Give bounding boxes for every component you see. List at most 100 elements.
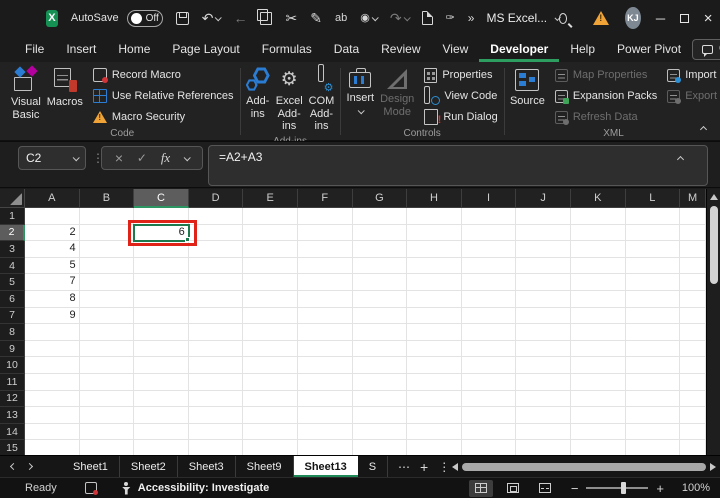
accessibility-status[interactable]: Accessibility: Investigate: [138, 482, 269, 494]
cell-e4[interactable]: [243, 257, 298, 275]
cell-b4[interactable]: [79, 257, 135, 275]
maximize-button[interactable]: [672, 0, 696, 36]
avatar[interactable]: KJ: [625, 7, 641, 29]
document-title[interactable]: MS Excel...: [486, 11, 547, 25]
search-icon[interactable]: [558, 12, 568, 24]
cell-c5[interactable]: [134, 274, 189, 291]
cell-k2[interactable]: [570, 224, 626, 242]
cell-k14[interactable]: [570, 423, 626, 441]
cell-j4[interactable]: [516, 257, 571, 275]
cell-i13[interactable]: [461, 407, 517, 424]
cell-f8[interactable]: [297, 324, 353, 341]
cell-b6[interactable]: [79, 290, 135, 308]
cell-k3[interactable]: [570, 241, 626, 258]
expansion-packs-button[interactable]: Expansion Packs: [552, 86, 660, 106]
tab-developer[interactable]: Developer: [479, 36, 559, 62]
cell-b8[interactable]: [79, 324, 135, 341]
autosave-toggle[interactable]: Off: [126, 9, 163, 27]
cell-b10[interactable]: [79, 357, 135, 374]
cell-l1[interactable]: [625, 208, 681, 225]
cell-k15[interactable]: [570, 440, 626, 455]
cell-f12[interactable]: [297, 390, 353, 408]
view-code-button[interactable]: View Code: [421, 85, 500, 106]
column-header-i[interactable]: I: [461, 189, 517, 208]
cell-d12[interactable]: [188, 390, 244, 408]
cell-e2[interactable]: [243, 224, 298, 242]
cell-g12[interactable]: [352, 390, 408, 408]
back-button[interactable]: ←: [233, 11, 247, 25]
cell-g4[interactable]: [352, 257, 408, 275]
cell-a14[interactable]: [25, 423, 80, 441]
cell-f13[interactable]: [297, 407, 353, 424]
row-header-12[interactable]: 12: [0, 390, 25, 408]
column-header-a[interactable]: A: [25, 189, 80, 208]
cell-l5[interactable]: [625, 274, 681, 291]
cell-b7[interactable]: [79, 307, 135, 325]
save-button[interactable]: [175, 11, 189, 25]
column-header-k[interactable]: K: [570, 189, 626, 208]
cell-h8[interactable]: [407, 324, 462, 341]
new-document-button[interactable]: [421, 11, 433, 25]
cell-d11[interactable]: [188, 373, 244, 391]
cell-f15[interactable]: [297, 440, 353, 455]
zoom-in-button[interactable]: +: [656, 481, 664, 496]
cell-h1[interactable]: [407, 208, 462, 225]
cell-c14[interactable]: [134, 423, 189, 441]
paste-button[interactable]: ✎: [310, 11, 322, 25]
cell-m6[interactable]: [680, 290, 706, 308]
cell-e15[interactable]: [243, 440, 298, 455]
cell-k10[interactable]: [570, 357, 626, 374]
cell-h4[interactable]: [407, 257, 462, 275]
cell-a12[interactable]: [25, 390, 80, 408]
macro-security-button[interactable]: Macro Security: [90, 107, 237, 127]
cell-h9[interactable]: [407, 340, 462, 358]
run-dialog-button[interactable]: Run Dialog: [421, 107, 500, 127]
tab-review[interactable]: Review: [370, 36, 431, 62]
select-all-corner[interactable]: [0, 189, 25, 208]
scroll-left-icon[interactable]: [452, 462, 458, 471]
cell-l4[interactable]: [625, 257, 681, 275]
cell-c13[interactable]: [134, 407, 189, 424]
copy-button[interactable]: [257, 8, 273, 25]
cell-a11[interactable]: [25, 373, 80, 391]
cell-g7[interactable]: [352, 307, 408, 325]
sheet-tab-sheet13[interactable]: Sheet13: [293, 456, 358, 477]
cell-i1[interactable]: [461, 208, 517, 225]
row-header-4[interactable]: 4: [0, 257, 25, 275]
cell-f11[interactable]: [297, 373, 353, 391]
formula-input[interactable]: =A2+A3: [208, 145, 708, 186]
export-button[interactable]: Export: [664, 86, 720, 106]
cancel-icon[interactable]: ×: [115, 151, 123, 165]
cell-f5[interactable]: [297, 274, 353, 291]
row-header-7[interactable]: 7: [0, 307, 25, 325]
tab-data[interactable]: Data: [323, 36, 370, 62]
vertical-scrollbar[interactable]: [706, 189, 720, 455]
cell-k1[interactable]: [570, 208, 626, 225]
cell-e7[interactable]: [243, 307, 298, 325]
record-macro-button[interactable]: Record Macro: [90, 65, 237, 85]
cell-f14[interactable]: [297, 423, 353, 441]
cell-h2[interactable]: [407, 224, 462, 242]
normal-view-button[interactable]: [468, 479, 493, 497]
row-header-8[interactable]: 8: [0, 324, 25, 341]
cell-a2[interactable]: 2: [25, 224, 80, 242]
cell-m4[interactable]: [680, 257, 706, 275]
row-header-2[interactable]: 2: [0, 224, 25, 242]
cell-m2[interactable]: [680, 224, 706, 242]
cell-d2[interactable]: [188, 224, 244, 242]
cell-l15[interactable]: [625, 440, 681, 455]
cell-b3[interactable]: [79, 241, 135, 258]
scroll-right-icon[interactable]: [710, 462, 716, 471]
cut-button[interactable]: ✂: [285, 11, 297, 25]
cell-i6[interactable]: [461, 290, 517, 308]
comments-button[interactable]: Comments: [692, 38, 720, 60]
zoom-slider[interactable]: [586, 482, 649, 494]
zoom-level[interactable]: 100%: [676, 482, 710, 494]
cell-k4[interactable]: [570, 257, 626, 275]
row-header-10[interactable]: 10: [0, 357, 25, 374]
cell-f6[interactable]: [297, 290, 353, 308]
column-header-d[interactable]: D: [188, 189, 244, 208]
cell-c7[interactable]: [134, 307, 189, 325]
cell-g6[interactable]: [352, 290, 408, 308]
cell-m7[interactable]: [680, 307, 706, 325]
